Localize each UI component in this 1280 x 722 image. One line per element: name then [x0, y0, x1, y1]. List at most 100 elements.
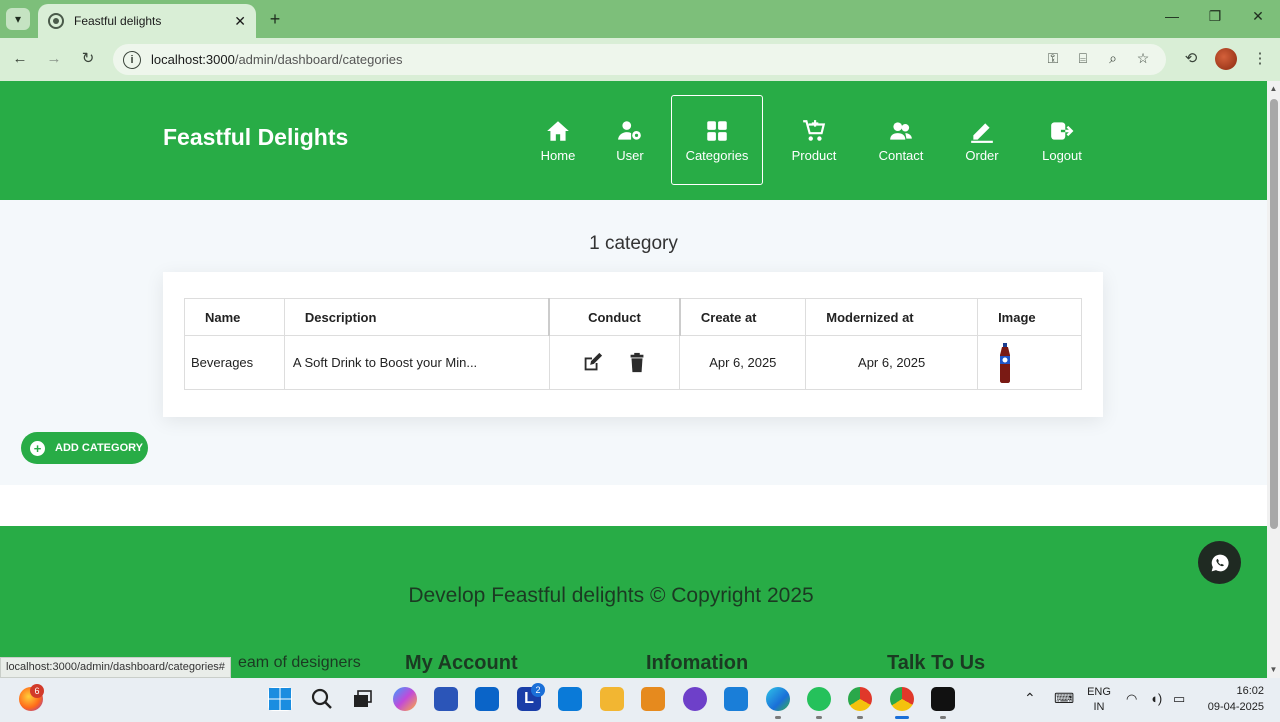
tray-chevron-icon[interactable]: ⌃	[1024, 690, 1036, 707]
copilot-icon[interactable]	[393, 687, 417, 711]
profile-avatar[interactable]	[1215, 48, 1237, 70]
reload-icon[interactable]: ↻	[78, 49, 98, 69]
scroll-up-arrow-icon[interactable]: ▲	[1269, 84, 1278, 93]
people-icon	[890, 121, 912, 140]
nav-categories[interactable]: Categories	[671, 95, 763, 185]
table-row: Beverages A Soft Drink to Boost your Min…	[184, 335, 1082, 390]
web-page: Feastful Delights Home User Categories P…	[0, 81, 1267, 678]
address-bar[interactable]: i localhost:3000/admin/dashboard/categor…	[113, 44, 1166, 75]
forward-icon[interactable]: →	[44, 49, 64, 69]
site-info-icon[interactable]: i	[123, 50, 141, 69]
nav-product[interactable]: Product	[784, 95, 844, 185]
back-icon[interactable]: ←	[10, 49, 30, 69]
nav-product-label: Product	[791, 147, 837, 163]
nav-user-label: User	[616, 147, 644, 163]
cell-created: Apr 6, 2025	[679, 335, 807, 390]
nav-contact[interactable]: Contact	[871, 95, 931, 185]
whatsapp-running-indicator	[816, 716, 822, 719]
clock[interactable]: 16:02 09-04-2025	[1200, 685, 1264, 713]
col-create-header: Create at	[679, 298, 807, 336]
windows-start-icon[interactable]	[268, 687, 292, 711]
maximize-button[interactable]: ❐	[1200, 8, 1230, 25]
nav-user[interactable]: User	[602, 95, 658, 185]
site-footer: Develop Feastful delights © Copyright 20…	[0, 526, 1267, 678]
close-window-button[interactable]: ✕	[1243, 8, 1273, 25]
add-category-button[interactable]: + ADD CATEGORY	[21, 432, 148, 464]
language-indicator[interactable]: ENG IN	[1086, 686, 1112, 713]
zoom-icon[interactable]: ⌕	[1103, 50, 1123, 67]
site-header: Feastful Delights Home User Categories P…	[0, 81, 1267, 200]
col-description-header: Description	[283, 298, 550, 336]
translate-icon[interactable]: ⌸	[1073, 50, 1093, 67]
app-blue-icon[interactable]	[558, 687, 582, 711]
sublime-text-icon[interactable]	[641, 687, 665, 711]
browser-tab[interactable]: Feastful delights ✕	[38, 4, 256, 38]
vscode-icon[interactable]	[724, 687, 748, 711]
edge-icon[interactable]	[766, 687, 790, 711]
page-scrollbar[interactable]: ▲ ▼	[1267, 81, 1280, 678]
footer-information-heading: Infomation	[646, 652, 749, 674]
nav-logout-label: Logout	[1042, 147, 1082, 163]
microsoft-store-icon[interactable]	[434, 687, 458, 711]
section-divider	[0, 485, 1267, 526]
copyright-text: Develop Feastful delights © Copyright 20…	[408, 584, 814, 607]
firefox-notification-badge: 6	[30, 684, 44, 698]
minimize-button[interactable]: —	[1157, 8, 1187, 24]
new-tab-button[interactable]: +	[264, 8, 286, 30]
cell-description: A Soft Drink to Boost your Min...	[283, 335, 550, 390]
tab-search-button[interactable]: ▾	[6, 8, 30, 30]
url-text[interactable]: localhost:3000/admin/dashboard/categorie…	[151, 52, 403, 67]
cell-conduct	[548, 335, 681, 390]
wifi-icon[interactable]: ◠	[1126, 691, 1137, 707]
footer-about-heading: eam of designers	[238, 654, 361, 671]
link-status-bar: localhost:3000/admin/dashboard/categorie…	[0, 657, 231, 678]
logout-icon	[1051, 121, 1074, 140]
col-conduct-header: Conduct	[548, 298, 681, 336]
plus-circle-icon: +	[30, 440, 45, 456]
nav-contact-label: Contact	[878, 147, 924, 163]
delete-trash-icon[interactable]	[626, 352, 648, 374]
col-modified-header: Modernized at	[805, 298, 979, 336]
extension-icon[interactable]: ⟲	[1181, 49, 1201, 69]
scrollbar-thumb[interactable]	[1270, 99, 1278, 529]
category-count-heading: 1 category	[589, 233, 678, 254]
brand-logo-text[interactable]: Feastful Delights	[163, 124, 348, 151]
pen-icon	[971, 122, 993, 143]
nav-order-label: Order	[965, 147, 999, 163]
search-icon[interactable]	[310, 687, 334, 711]
bookmark-star-icon[interactable]: ☆	[1133, 50, 1153, 67]
keyboard-icon[interactable]: ⌨	[1054, 690, 1074, 707]
chrome-active-icon[interactable]	[890, 687, 914, 711]
terminal-running-indicator	[940, 716, 946, 719]
chrome-icon[interactable]	[848, 687, 872, 711]
grid-icon	[707, 120, 727, 141]
site-favicon-icon	[48, 13, 64, 29]
nav-order[interactable]: Order	[955, 95, 1009, 185]
nav-home[interactable]: Home	[530, 95, 586, 185]
cell-image	[977, 335, 1082, 390]
file-explorer-icon[interactable]	[600, 687, 624, 711]
task-view-icon[interactable]	[350, 687, 374, 711]
browser-menu-icon[interactable]: ⋮	[1250, 49, 1270, 69]
browser-toolbar: ← → ↻ i localhost:3000/admin/dashboard/c…	[0, 38, 1280, 81]
windows-taskbar: 6 L 2 ⌃ ⌨ ENG IN ◠ ◖) ▭ 16:02 09-04-2025	[0, 678, 1280, 722]
scroll-down-arrow-icon[interactable]: ▼	[1269, 665, 1278, 674]
terminal-app-icon[interactable]	[931, 687, 955, 711]
cart-icon	[803, 119, 826, 141]
github-desktop-icon[interactable]	[683, 687, 707, 711]
volume-icon[interactable]: ◖)	[1150, 691, 1162, 706]
outlook-icon[interactable]	[475, 687, 499, 711]
chrome-running-indicator	[857, 716, 863, 719]
edit-icon[interactable]	[581, 352, 603, 374]
whatsapp-app-icon[interactable]	[807, 687, 831, 711]
cell-modified: Apr 6, 2025	[805, 335, 979, 390]
categories-card: Name Description Conduct Create at Moder…	[163, 272, 1103, 417]
tab-close-icon[interactable]: ✕	[234, 13, 246, 30]
whatsapp-chat-button[interactable]	[1198, 541, 1241, 584]
chrome-active-indicator	[895, 716, 909, 719]
add-category-label: ADD CATEGORY	[55, 442, 143, 454]
footer-my-account-heading: My Account	[405, 652, 518, 674]
password-key-icon[interactable]: ⚿	[1043, 50, 1063, 67]
nav-logout[interactable]: Logout	[1032, 95, 1092, 185]
battery-icon[interactable]: ▭	[1173, 691, 1185, 707]
